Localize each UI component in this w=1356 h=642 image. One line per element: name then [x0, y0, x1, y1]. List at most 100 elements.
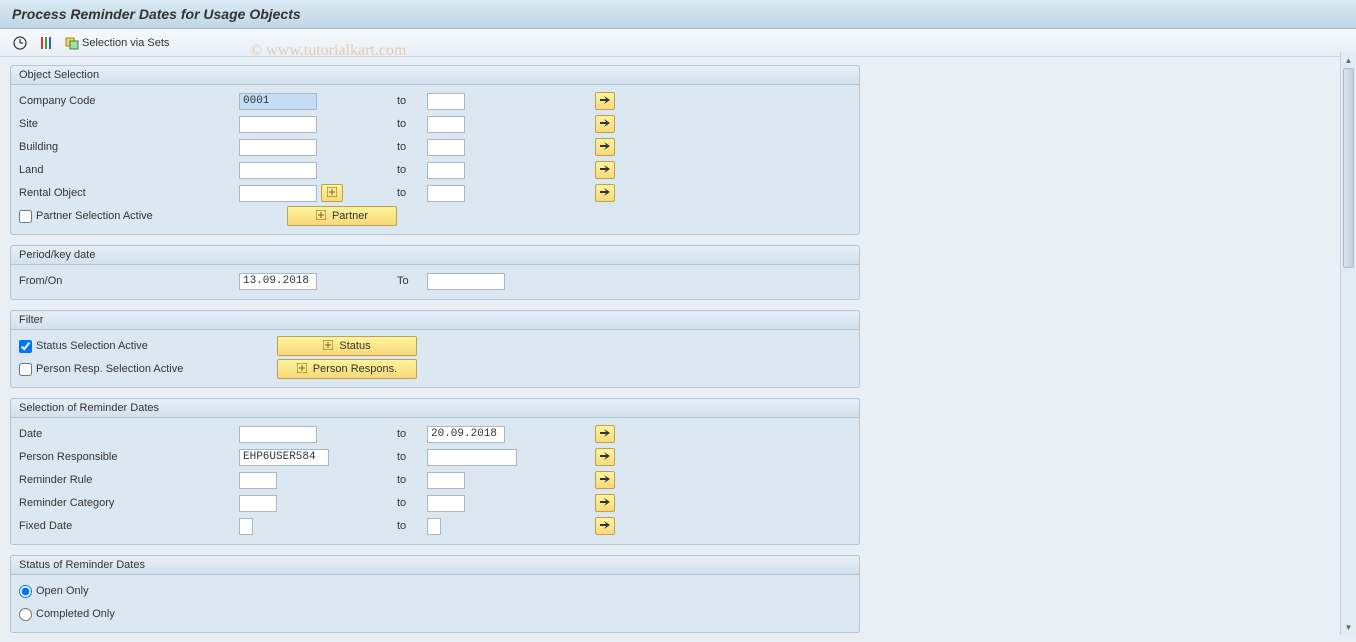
person-resp-selection-checkbox[interactable] — [19, 363, 32, 376]
to-label: to — [397, 187, 427, 199]
to-label: to — [397, 497, 427, 509]
label-date: Date — [19, 428, 239, 440]
row-date: Date to — [19, 423, 851, 445]
chevron-down-icon: ▼ — [1345, 623, 1353, 632]
group-period: Period/key date From/On To — [10, 245, 860, 300]
multi-select-button[interactable] — [595, 161, 615, 179]
date-to-input[interactable] — [427, 426, 505, 443]
multi-select-button[interactable] — [595, 92, 615, 110]
from-on-input[interactable] — [239, 273, 317, 290]
person-responsible-to-input[interactable] — [427, 449, 517, 466]
company-code-to-input[interactable] — [427, 93, 465, 110]
label-rental-object: Rental Object — [19, 187, 239, 199]
multi-select-button[interactable] — [595, 425, 615, 443]
expand-icon — [316, 210, 326, 223]
site-from-input[interactable] — [239, 116, 317, 133]
label-land: Land — [19, 164, 239, 176]
row-company-code: Company Code to — [19, 90, 851, 112]
execute-button[interactable] — [10, 33, 30, 53]
person-responsible-from-input[interactable] — [239, 449, 329, 466]
status-selection-checkbox[interactable] — [19, 340, 32, 353]
to-label: To — [397, 275, 427, 287]
expand-icon — [323, 340, 333, 353]
person-respons-button-label: Person Respons. — [313, 363, 397, 375]
selection-via-sets-button[interactable]: Selection via Sets — [62, 33, 171, 53]
variant-button[interactable] — [36, 33, 56, 53]
page-title: Process Reminder Dates for Usage Objects — [0, 0, 1356, 29]
group-title: Filter — [11, 311, 859, 330]
row-open-only: Open Only — [19, 580, 851, 602]
company-code-from-input[interactable] — [239, 93, 317, 110]
reminder-rule-from-input[interactable] — [239, 472, 277, 489]
arrow-right-icon — [600, 141, 610, 153]
group-title: Status of Reminder Dates — [11, 556, 859, 575]
site-to-input[interactable] — [427, 116, 465, 133]
open-only-text: Open Only — [36, 585, 89, 597]
multi-select-button[interactable] — [595, 184, 615, 202]
land-from-input[interactable] — [239, 162, 317, 179]
to-label: to — [397, 451, 427, 463]
content-area: Object Selection Company Code to Site to — [0, 57, 1356, 642]
to-label: to — [397, 118, 427, 130]
execute-icon — [12, 35, 28, 51]
person-respons-button[interactable]: Person Respons. — [277, 359, 417, 379]
reminder-category-to-input[interactable] — [427, 495, 465, 512]
fixed-date-from-input[interactable] — [239, 518, 253, 535]
row-building: Building to — [19, 136, 851, 158]
multi-select-button[interactable] — [595, 494, 615, 512]
reminder-category-from-input[interactable] — [239, 495, 277, 512]
completed-only-radio[interactable] — [19, 608, 32, 621]
status-button-label: Status — [339, 340, 370, 352]
row-reminder-category: Reminder Category to — [19, 492, 851, 514]
group-title: Selection of Reminder Dates — [11, 399, 859, 418]
open-only-radio[interactable] — [19, 585, 32, 598]
reminder-rule-to-input[interactable] — [427, 472, 465, 489]
partner-button-label: Partner — [332, 210, 368, 222]
label-fixed-date: Fixed Date — [19, 520, 239, 532]
fixed-date-to-input[interactable] — [427, 518, 441, 535]
status-selection-text: Status Selection Active — [36, 340, 148, 352]
group-title: Period/key date — [11, 246, 859, 265]
status-button[interactable]: Status — [277, 336, 417, 356]
label-reminder-category: Reminder Category — [19, 497, 239, 509]
arrow-right-icon — [600, 164, 610, 176]
label-company-code: Company Code — [19, 95, 239, 107]
label-partner-selection: Partner Selection Active — [19, 210, 239, 223]
from-on-to-input[interactable] — [427, 273, 505, 290]
label-status-selection: Status Selection Active — [19, 340, 277, 353]
building-from-input[interactable] — [239, 139, 317, 156]
arrow-right-icon — [600, 497, 610, 509]
to-label: to — [397, 141, 427, 153]
to-label: to — [397, 520, 427, 532]
land-to-input[interactable] — [427, 162, 465, 179]
row-reminder-rule: Reminder Rule to — [19, 469, 851, 491]
scroll-down-button[interactable]: ▼ — [1341, 619, 1356, 635]
scroll-up-button[interactable]: ▲ — [1341, 52, 1356, 68]
chevron-up-icon: ▲ — [1345, 56, 1353, 65]
label-person-resp-selection: Person Resp. Selection Active — [19, 363, 277, 376]
partner-selection-checkbox[interactable] — [19, 210, 32, 223]
label-site: Site — [19, 118, 239, 130]
partner-selection-text: Partner Selection Active — [36, 210, 153, 222]
label-from-on: From/On — [19, 275, 239, 287]
row-land: Land to — [19, 159, 851, 181]
rental-object-to-input[interactable] — [427, 185, 465, 202]
multi-select-button[interactable] — [595, 448, 615, 466]
building-to-input[interactable] — [427, 139, 465, 156]
vertical-scrollbar[interactable]: ▲ ▼ — [1340, 52, 1356, 635]
multi-select-button[interactable] — [595, 115, 615, 133]
partner-button[interactable]: Partner — [287, 206, 397, 226]
multi-select-button[interactable] — [595, 138, 615, 156]
selection-via-sets-label: Selection via Sets — [82, 37, 169, 49]
rental-object-from-input[interactable] — [239, 185, 317, 202]
rental-object-search-button[interactable] — [321, 184, 343, 202]
multi-select-button[interactable] — [595, 471, 615, 489]
arrow-right-icon — [600, 187, 610, 199]
date-from-input[interactable] — [239, 426, 317, 443]
label-reminder-rule: Reminder Rule — [19, 474, 239, 486]
scrollbar-thumb[interactable] — [1343, 68, 1354, 268]
row-fixed-date: Fixed Date to — [19, 515, 851, 537]
multi-select-button[interactable] — [595, 517, 615, 535]
group-selection-reminder: Selection of Reminder Dates Date to Pers… — [10, 398, 860, 545]
to-label: to — [397, 428, 427, 440]
